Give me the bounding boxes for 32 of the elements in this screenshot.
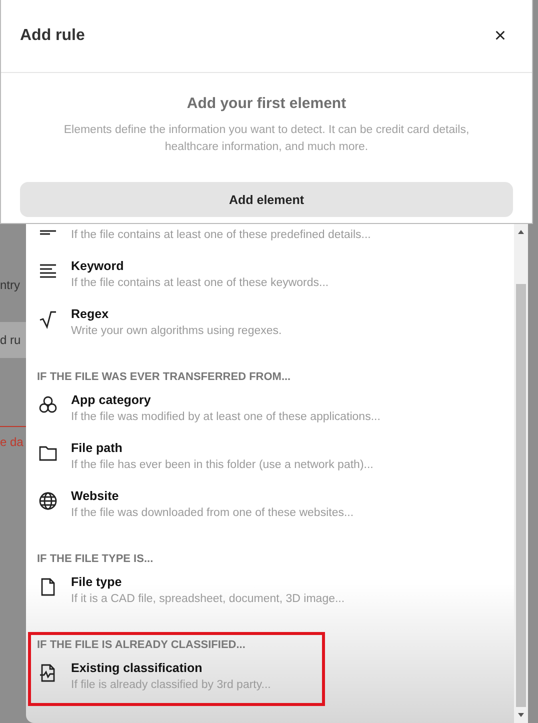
option-description: If the file contains at least one of these predefined details... [71, 229, 371, 241]
option-description: If the file has ever been in this folder (use a network path)... [71, 459, 374, 471]
empty-state-heading: Add your first element [186, 95, 346, 112]
option-title[interactable]: Existing classification [71, 661, 271, 675]
square-root-icon [38, 309, 58, 329]
option-description: If it is a CAD file, spreadsheet, document, 3D image... [71, 593, 345, 605]
option-title[interactable]: File type [71, 575, 345, 589]
scrollbar[interactable] [514, 224, 528, 723]
background-text: ntry [0, 278, 22, 292]
close-button[interactable]: × [490, 26, 510, 46]
option-title[interactable]: Keyword [71, 259, 329, 273]
option-title[interactable]: Regex [71, 307, 282, 321]
dialog-title: Add rule [20, 27, 85, 45]
scrollbar-thumb[interactable] [516, 284, 526, 707]
scroll-down-icon[interactable] [517, 711, 525, 719]
option-description: If the file contains at least one of these keywords... [71, 277, 329, 289]
section-header: IF THE FILE IS ALREADY CLASSIFIED... [37, 638, 246, 653]
globe-icon [38, 491, 58, 511]
add-element-button[interactable]: Add element [20, 182, 513, 217]
section-header: IF THE FILE WAS EVER TRANSFERRED FROM... [37, 370, 292, 385]
option-title[interactable]: File path [71, 441, 374, 455]
empty-state-description: Elements define the information you want to detect. It can be credit card details, healthcare information, and much more. [62, 123, 470, 155]
option-title[interactable]: Website [71, 489, 354, 503]
scroll-up-icon[interactable] [517, 228, 525, 236]
option-description: Write your own algorithms using regexes. [71, 325, 282, 337]
option-description: If the file was modified by at least one of these applications... [71, 411, 380, 423]
section-header: IF THE FILE TYPE IS... [37, 552, 154, 567]
option-description: If file is already classified by 3rd party... [71, 679, 271, 691]
option-description: If the file was downloaded from one of these websites... [71, 507, 354, 519]
list-icon [38, 229, 58, 235]
background-text: d ru [0, 322, 26, 358]
option-title[interactable]: App category [71, 393, 380, 407]
